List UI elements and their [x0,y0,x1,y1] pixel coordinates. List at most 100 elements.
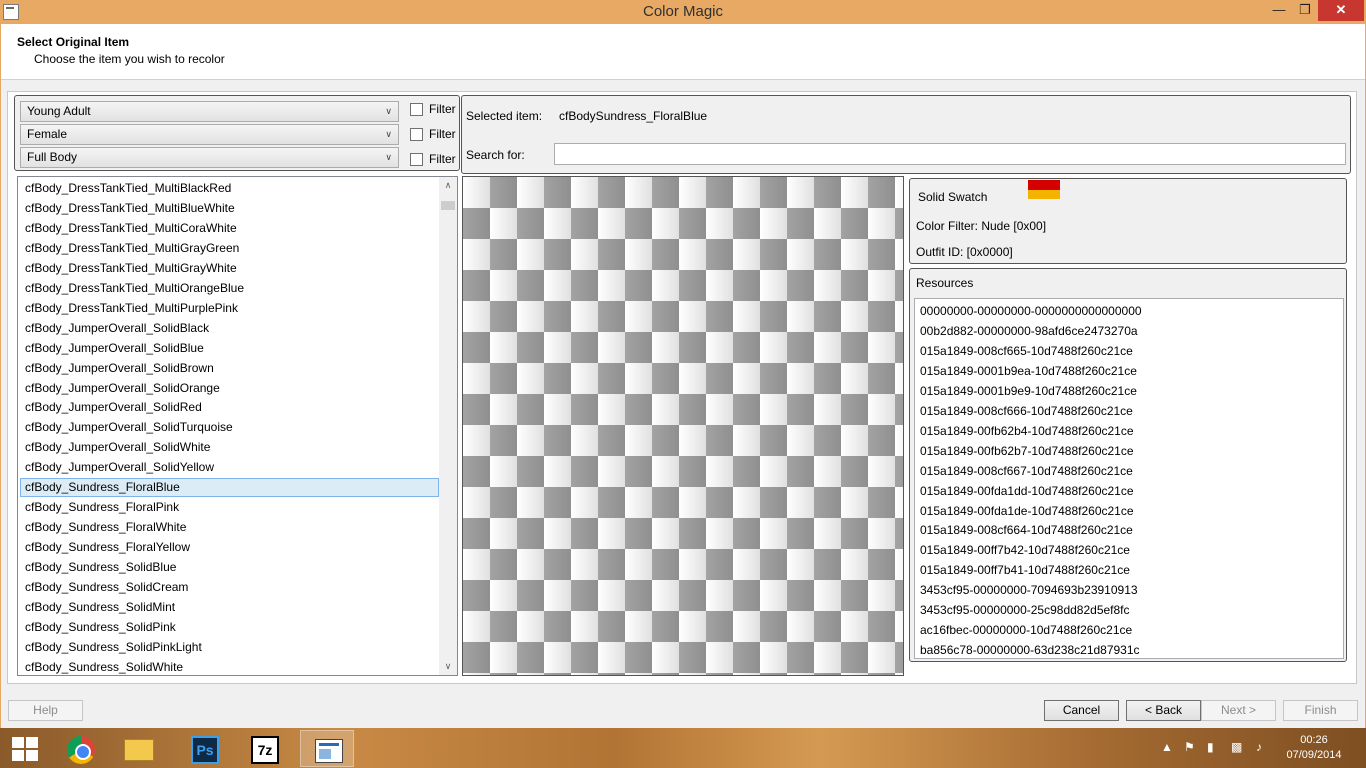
list-item[interactable]: cfBody_DressTankTied_MultiCoraWhite [20,219,439,238]
search-input[interactable] [554,143,1346,165]
search-label: Search for: [466,148,525,162]
gender-select-value: Female [27,127,68,141]
list-item[interactable]: cfBody_Sundress_FloralWhite [20,518,439,537]
resource-item[interactable]: 015a1849-00fda1dd-10d7488f260c21ce [920,484,1134,498]
selected-item-panel: Selected item: cfBodySundress_FloralBlue… [461,95,1351,174]
resource-item[interactable]: 015a1849-0001b9ea-10d7488f260c21ce [920,364,1137,378]
swatch-panel: Solid Swatch Color Filter: Nude [0x00] O… [909,178,1347,264]
list-item[interactable]: cfBody_DressTankTied_MultiGrayGreen [20,239,439,258]
scroll-down-icon[interactable]: ∨ [439,658,457,675]
list-item[interactable]: cfBody_JumperOverall_SolidRed [20,398,439,417]
show-hidden-icons-icon[interactable]: ▲ [1161,740,1173,754]
action-center-icon[interactable]: ⚑ [1184,740,1195,754]
list-item[interactable]: cfBody_JumperOverall_SolidYellow [20,458,439,477]
resource-item[interactable]: 3453cf95-00000000-7094693b23910913 [920,583,1138,597]
folder-icon [124,739,154,761]
clock-time: 00:26 [1300,734,1328,746]
back-button[interactable]: < Back [1126,700,1201,721]
item-list[interactable]: cfBody_DressTankTied_MultiBlackRed cfBody… [17,176,458,676]
taskbar-chrome[interactable] [54,730,108,767]
resource-item[interactable]: 3453cf95-00000000-25c98dd82d5ef8fc [920,603,1130,617]
list-item[interactable]: cfBody_Sundress_SolidWhite [20,658,439,675]
volume-muted-icon[interactable]: ♪ [1256,740,1262,754]
filter-label: Filter [429,127,456,141]
item-preview [462,176,904,676]
scroll-up-icon[interactable]: ∧ [439,177,457,194]
windows-start-icon[interactable] [12,737,38,761]
finish-button[interactable]: Finish [1283,700,1358,721]
resource-item[interactable]: 015a1849-008cf667-10d7488f260c21ce [920,464,1133,478]
taskbar-clock[interactable]: 00:26 07/09/2014 [1278,733,1350,763]
resource-item[interactable]: ac16fbec-00000000-10d7488f260c21ce [920,623,1132,637]
clock-date: 07/09/2014 [1286,749,1342,761]
resource-item[interactable]: 015a1849-008cf665-10d7488f260c21ce [920,344,1133,358]
list-item[interactable]: cfBody_JumperOverall_SolidBrown [20,359,439,378]
category-select-value: Full Body [27,150,78,164]
filter-label: Filter [429,152,456,166]
list-item[interactable]: cfBody_DressTankTied_MultiGrayWhite [20,259,439,278]
item-list-scrollbar[interactable]: ∧ ∨ [439,177,457,675]
list-item[interactable]: cfBody_JumperOverall_SolidTurquoise [20,418,439,437]
title-bar: Color Magic — ❐ ✕ [0,0,1366,24]
7zip-icon: 7z [251,736,279,764]
restore-button[interactable]: ❐ [1290,0,1320,21]
list-item[interactable]: cfBody_DressTankTied_MultiOrangeBlue [20,279,439,298]
age-select-value: Young Adult [27,104,91,118]
gender-select[interactable]: Female ∨ [20,124,399,145]
swatch-name: Solid Swatch [918,190,988,204]
resource-item[interactable]: 015a1849-0001b9e9-10d7488f260c21ce [920,384,1137,398]
taskbar-7zip[interactable]: 7z [238,730,292,767]
scroll-thumb[interactable] [441,201,455,210]
list-item[interactable]: cfBody_Sundress_SolidBlue [20,558,439,577]
list-item[interactable]: cfBody_DressTankTied_MultiPurplePink [20,299,439,318]
resource-item[interactable]: 015a1849-00ff7b42-10d7488f260c21ce [920,543,1130,557]
list-item[interactable]: cfBody_JumperOverall_SolidBlue [20,339,439,358]
resource-item[interactable]: 00b2d882-00000000-98afd6ce2473270a [920,324,1138,338]
list-item[interactable]: cfBody_DressTankTied_MultiBlueWhite [20,199,439,218]
resource-item[interactable]: 015a1849-00ff7b41-10d7488f260c21ce [920,563,1130,577]
checkbox-box[interactable] [410,128,423,141]
list-item[interactable]: cfBody_Sundress_FloralYellow [20,538,439,557]
category-select[interactable]: Full Body ∨ [20,147,399,168]
taskbar: Ps 7z ▲ ⚑ ▮ ▩ ♪ 00:26 07/09/2014 [0,728,1366,768]
battery-icon[interactable]: ▮ [1207,740,1214,754]
resource-item[interactable]: 015a1849-00fb62b4-10d7488f260c21ce [920,424,1134,438]
taskbar-color-magic[interactable] [300,730,354,767]
checkbox-box[interactable] [410,153,423,166]
list-item[interactable]: cfBody_JumperOverall_SolidBlack [20,319,439,338]
outfit-id-text: Outfit ID: [0x0000] [916,245,1013,259]
page-title: Select Original Item [17,35,130,49]
age-select[interactable]: Young Adult ∨ [20,101,399,122]
window-title: Color Magic [642,3,724,20]
chevron-down-icon: ∨ [385,152,392,162]
help-button[interactable]: Help [8,700,83,721]
resource-item[interactable]: 015a1849-00fda1de-10d7488f260c21ce [920,504,1134,518]
list-item[interactable]: cfBody_Sundress_FloralBlue [20,478,439,498]
list-item[interactable]: cfBody_JumperOverall_SolidOrange [20,379,439,398]
taskbar-file-explorer[interactable] [112,730,166,767]
swatch-color-1 [1028,180,1060,190]
list-item[interactable]: cfBody_JumperOverall_SolidWhite [20,438,439,457]
color-magic-icon [315,739,343,763]
resource-item[interactable]: ba856c78-00000000-63d238c21d87931c [920,643,1140,657]
list-item[interactable]: cfBody_Sundress_SolidMint [20,598,439,617]
resources-list[interactable]: 00000000-00000000-0000000000000000 00b2d8… [914,298,1344,659]
list-item[interactable]: cfBody_Sundress_SolidCream [20,578,439,597]
checkbox-box[interactable] [410,103,423,116]
list-item[interactable]: cfBody_Sundress_SolidPink [20,618,439,637]
network-signal-icon[interactable]: ▩ [1231,740,1242,754]
filter-label: Filter [429,102,456,116]
list-item[interactable]: cfBody_DressTankTied_MultiBlackRed [20,179,439,198]
taskbar-photoshop[interactable]: Ps [178,730,232,767]
next-button[interactable]: Next > [1201,700,1276,721]
list-item[interactable]: cfBody_Sundress_FloralPink [20,498,439,517]
resource-item[interactable]: 015a1849-008cf666-10d7488f260c21ce [920,404,1133,418]
close-button[interactable]: ✕ [1318,0,1364,21]
photoshop-icon: Ps [191,736,219,764]
resource-item[interactable]: 015a1849-008cf664-10d7488f260c21ce [920,523,1133,537]
resource-item[interactable]: 015a1849-00fb62b7-10d7488f260c21ce [920,444,1134,458]
cancel-button[interactable]: Cancel [1044,700,1119,721]
resource-item[interactable]: 00000000-00000000-0000000000000000 [920,304,1142,318]
list-item[interactable]: cfBody_Sundress_SolidPinkLight [20,638,439,657]
resources-panel: Resources 00000000-00000000-000000000000… [909,268,1347,662]
